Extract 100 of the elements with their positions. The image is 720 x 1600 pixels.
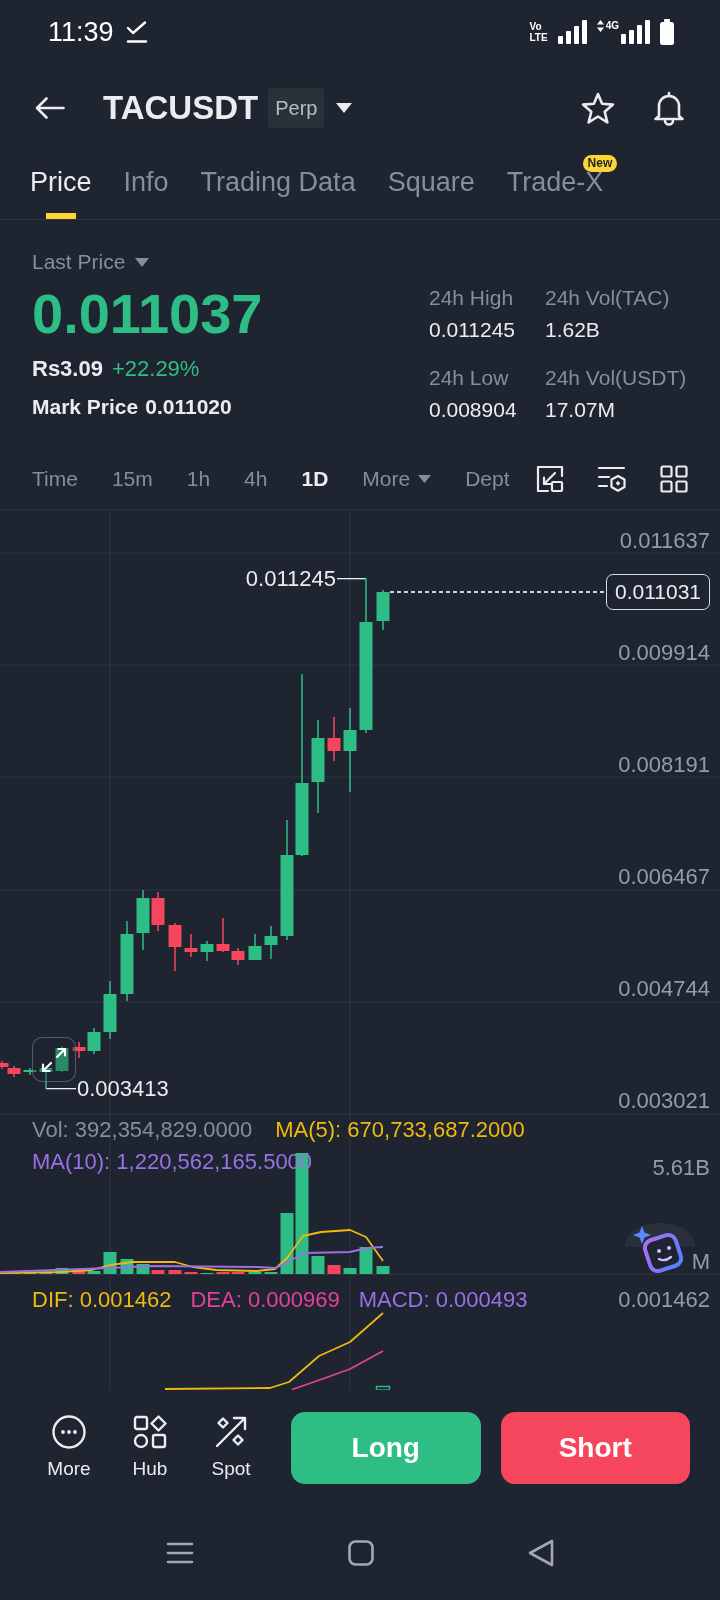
interval-tab[interactable]: Dept	[465, 465, 510, 493]
rising-candle	[264, 926, 278, 959]
high-price-label: 0.011245	[245, 567, 336, 591]
triangle-back-icon[interactable]	[528, 1539, 554, 1567]
shapes-grid-icon	[133, 1415, 167, 1449]
rising-candle	[376, 590, 390, 630]
back-icon[interactable]	[35, 96, 65, 120]
volume-bar	[311, 1256, 325, 1274]
toolbar-button[interactable]: Hub	[120, 1415, 180, 1481]
price-axis-label: 0.011637	[619, 529, 710, 553]
tick-underline-icon	[125, 21, 148, 43]
rising-candle	[248, 934, 262, 960]
falling-candle	[72, 1042, 86, 1058]
dif-reading: DIF: 0.001462	[32, 1288, 172, 1312]
price-axis-label: 0.004744	[618, 977, 710, 1001]
macd-axis-label: 0.001462	[618, 1288, 710, 1312]
price-axis-label: 0.006467	[618, 865, 710, 889]
rising-candle	[87, 1028, 101, 1054]
interval-tab[interactable]: More	[362, 465, 432, 493]
low-price-label: 0.003413	[77, 1077, 169, 1101]
ma5-reading: MA(5): 670,733,687.2000	[275, 1118, 525, 1142]
square-icon[interactable]	[348, 1540, 374, 1566]
data-arrows-icon	[596, 20, 604, 32]
more-icon	[52, 1415, 86, 1449]
stat-value: 0.008904	[429, 397, 517, 423]
last-price-tag: 0.011031	[606, 574, 711, 610]
bell-icon[interactable]	[652, 90, 686, 126]
interval-tab[interactable]: 4h	[244, 465, 268, 493]
star-icon[interactable]	[581, 91, 615, 125]
rising-candle	[103, 981, 117, 1039]
volume-bar	[55, 1268, 69, 1274]
volume-reading: Vol: 392,354,829.0000	[32, 1118, 253, 1142]
volume-bar	[376, 1266, 390, 1274]
macd-bar	[375, 1385, 391, 1390]
volume-bar	[343, 1268, 357, 1274]
symbol-title: TACUSDT	[103, 88, 259, 128]
stat-label: 24h High	[429, 285, 514, 311]
interval-tab[interactable]: 1D	[301, 465, 329, 493]
rising-candle	[200, 941, 214, 961]
rising-candle	[39, 1066, 53, 1089]
stat-label: 24h Vol(USDT)	[545, 365, 687, 391]
expand-icon	[41, 1046, 67, 1073]
caret-icon	[418, 475, 432, 483]
leader-line	[337, 578, 366, 580]
battery-icon	[660, 19, 674, 45]
network-type-label: 4G	[605, 20, 619, 31]
rising-candle	[23, 1068, 37, 1075]
volume-bar	[359, 1247, 373, 1274]
mark-price-value: 0.011020	[145, 394, 232, 420]
short-button[interactable]: Short	[500, 1412, 690, 1484]
new-badge: New	[582, 155, 618, 172]
tab[interactable]: Info	[123, 165, 169, 219]
long-button[interactable]: Long	[291, 1412, 481, 1484]
dea-reading: DEA: 0.000969	[190, 1288, 340, 1312]
falling-candle	[327, 717, 341, 761]
arrow-diamonds-icon	[214, 1415, 248, 1449]
toolbar-button[interactable]: More	[39, 1415, 99, 1481]
volte-label: Vo	[529, 21, 542, 32]
grid-icon[interactable]	[660, 465, 688, 493]
caret-icon	[135, 257, 150, 267]
stat-label: 24h Vol(TAC)	[545, 285, 670, 311]
price-axis-label: 0.009914	[618, 641, 710, 665]
tab[interactable]: Trading Data	[200, 165, 356, 219]
toolbar-button[interactable]: Spot	[201, 1415, 261, 1481]
volume-axis-label: M	[691, 1250, 710, 1274]
price-type-selector[interactable]: Last Price	[32, 248, 150, 276]
signal-icon	[621, 20, 650, 44]
tab[interactable]: Square	[387, 165, 475, 219]
lte-label: LTE	[529, 32, 548, 43]
contract-badge: Perp	[268, 88, 325, 128]
interval-tab[interactable]: Time	[32, 465, 78, 493]
expand-button[interactable]	[32, 1037, 76, 1082]
tab[interactable]: Price	[30, 165, 92, 219]
falling-candle	[184, 934, 198, 957]
interval-tab[interactable]: 1h	[186, 465, 211, 493]
stat-label: 24h Low	[429, 365, 509, 391]
falling-candle	[151, 892, 165, 931]
volume-axis-label: 5.61B	[652, 1156, 710, 1180]
falling-candle	[168, 923, 182, 971]
interval-tab[interactable]: 15m	[111, 465, 153, 493]
volume-bar	[327, 1265, 341, 1274]
fiat-price: Rs3.09	[32, 355, 103, 383]
rising-candle	[136, 890, 150, 950]
list-settings-icon[interactable]	[597, 465, 627, 493]
stat-value: 1.62B	[545, 317, 600, 343]
window-arrow-icon[interactable]	[536, 465, 564, 493]
price-change: +22.29%	[111, 355, 200, 383]
mark-price-label: Mark Price	[32, 394, 139, 420]
signal-icon	[557, 20, 587, 44]
price-axis-label: 0.008191	[618, 753, 710, 777]
macd-reading: MACD: 0.000493	[358, 1288, 528, 1312]
status-time: 11:39	[48, 16, 114, 48]
caret-icon[interactable]	[336, 103, 353, 113]
stat-value: 0.011245	[429, 317, 516, 343]
leader-line	[46, 1088, 76, 1090]
volume-bar	[168, 1270, 182, 1274]
price-axis-label: 0.003021	[618, 1089, 710, 1113]
menu-icon[interactable]	[166, 1541, 194, 1565]
stat-value: 17.07M	[545, 397, 616, 423]
last-price: 0.011037	[32, 282, 263, 346]
